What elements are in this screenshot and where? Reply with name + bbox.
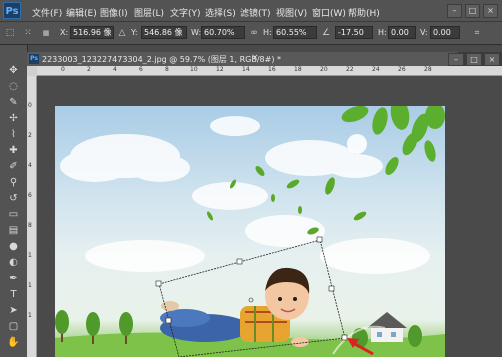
width-field[interactable]: 60.70% (201, 26, 245, 39)
lasso-icon[interactable]: ◌ (4, 79, 23, 94)
crop-icon[interactable]: ✢ (4, 111, 23, 126)
boy-figure (160, 267, 310, 347)
minimize-button[interactable]: – (447, 4, 462, 18)
ruler-tick: 4 (113, 66, 117, 73)
menu-bar: Ps 文件(F) 编辑(E) 图像(I) 图层(L) 文字(Y) 选择(S) 滤… (0, 0, 502, 22)
horizontal-skew-field[interactable]: 0.00 (388, 26, 416, 39)
reference-point-icon[interactable]: ⁙ (22, 27, 34, 39)
gradient-icon[interactable]: ▤ (4, 223, 23, 238)
ruler-tick: 12 (216, 66, 224, 73)
menu-image[interactable]: 图像(I) (100, 6, 128, 19)
healing-icon[interactable]: ✚ (4, 143, 23, 158)
move-icon[interactable]: ✥ (4, 63, 23, 78)
clouds (60, 116, 430, 274)
document-tab-bar: Ps 2233003_123227473304_2.jpg @ 59.7% (图… (27, 52, 502, 66)
ruler-tick: 28 (424, 66, 432, 73)
menu-edit[interactable]: 编辑(E) (66, 6, 97, 19)
angle-icon: ∠ (321, 28, 331, 38)
ruler-tick: 2 (87, 66, 91, 73)
y-label: Y: (131, 28, 138, 37)
ruler-tick: 20 (320, 66, 328, 73)
horizontal-ruler[interactable]: 0 2 4 6 8 10 12 14 16 18 20 22 24 26 28 (37, 66, 502, 76)
x-field[interactable]: 516.96 像 (70, 26, 114, 39)
menu-file[interactable]: 文件(F) (32, 6, 62, 19)
options-bar: ⬚ ⁙ ▦ X: 516.96 像 △ Y: 546.86 像 W: 60.70… (0, 22, 502, 45)
document-image[interactable] (55, 106, 445, 357)
reference-locator-icon[interactable]: ▦ (38, 27, 54, 39)
menu-type[interactable]: 文字(Y) (170, 6, 201, 19)
pen-icon[interactable]: ✒ (4, 271, 23, 286)
ruler-tick: 24 (372, 66, 380, 73)
history-brush-icon[interactable]: ↺ (4, 191, 23, 206)
ruler-tick: 6 (28, 192, 32, 199)
ruler-tick: 18 (294, 66, 302, 73)
transform-tool-icon: ⬚ (5, 28, 15, 38)
warp-mode-icon[interactable]: ⌗ (468, 27, 486, 39)
ruler-tick: 8 (28, 222, 32, 229)
menu-layer[interactable]: 图层(L) (134, 6, 164, 19)
link-icon[interactable]: ∞ (248, 27, 260, 39)
sun (347, 134, 367, 154)
ruler-tick: 6 (139, 66, 143, 73)
close-button[interactable]: × (483, 4, 498, 18)
h-label: H: (263, 28, 272, 37)
doc-maximize-button[interactable]: □ (466, 53, 482, 66)
relative-position-icon[interactable]: △ (116, 27, 128, 39)
document-title: 2233003_123227473304_2.jpg @ 59.7% (图层 1… (42, 55, 281, 64)
ruler-tick: 1 (28, 312, 32, 319)
ruler-tick: 2 (28, 132, 32, 139)
menu-filter[interactable]: 滤镜(T) (240, 6, 271, 19)
menu-view[interactable]: 视图(V) (276, 6, 307, 19)
vskew-label: V: (420, 28, 428, 37)
menu-window[interactable]: 窗口(W) (312, 6, 346, 19)
ruler-tick: 1 (28, 252, 32, 259)
path-select-icon[interactable]: ➤ (4, 303, 23, 318)
ruler-tick: 14 (242, 66, 250, 73)
ps-file-icon: Ps (29, 54, 39, 64)
image-artwork (55, 106, 445, 357)
maximize-button[interactable]: □ (465, 4, 480, 18)
brush-icon[interactable]: ✐ (4, 159, 23, 174)
blur-icon[interactable]: ● (4, 239, 23, 254)
doc-close-button[interactable]: × (484, 53, 500, 66)
shape-icon[interactable]: ▢ (4, 319, 23, 334)
hand-icon[interactable]: ✋ (4, 335, 23, 350)
w-label: W: (191, 28, 202, 37)
vertical-skew-field[interactable]: 0.00 (430, 26, 460, 39)
height-field[interactable]: 60.55% (273, 26, 317, 39)
ruler-tick: 10 (190, 66, 198, 73)
vertical-ruler[interactable]: 0 2 4 6 8 1 1 1 (27, 76, 37, 357)
clone-stamp-icon[interactable]: ⚲ (4, 175, 23, 190)
eraser-icon[interactable]: ▭ (4, 207, 23, 222)
ruler-tick: 0 (61, 66, 65, 73)
tools-panel: ✥ ◌ ✎ ✢ ⌇ ✚ ✐ ⚲ ↺ ▭ ▤ ● ◐ ✒ T ➤ ▢ ✋ (0, 45, 28, 357)
ruler-tick: 26 (398, 66, 406, 73)
hskew-label: H: (378, 28, 387, 37)
eyedropper-icon[interactable]: ⌇ (4, 127, 23, 142)
photoshop-logo: Ps (3, 2, 21, 19)
doc-minimize-button[interactable]: – (448, 53, 464, 66)
quick-select-icon[interactable]: ✎ (4, 95, 23, 110)
menu-help[interactable]: 帮助(H) (348, 6, 380, 19)
document-tab[interactable]: Ps 2233003_123227473304_2.jpg @ 59.7% (图… (27, 52, 459, 66)
ruler-tick: 22 (346, 66, 354, 73)
tab-close-icon[interactable]: × (251, 53, 259, 63)
x-label: X: (60, 28, 69, 37)
ruler-tick: 16 (268, 66, 276, 73)
angle-field[interactable]: -17.50 (335, 26, 373, 39)
ruler-tick: 8 (165, 66, 169, 73)
menu-select[interactable]: 选择(S) (205, 6, 236, 19)
type-icon[interactable]: T (4, 287, 23, 302)
ruler-origin[interactable] (27, 66, 37, 76)
canvas-area[interactable] (37, 76, 502, 357)
ruler-tick: 0 (28, 102, 32, 109)
y-field[interactable]: 546.86 像 (141, 26, 187, 39)
ruler-tick: 1 (28, 282, 32, 289)
ruler-tick: 4 (28, 162, 32, 169)
document-window: Ps 2233003_123227473304_2.jpg @ 59.7% (图… (27, 52, 502, 357)
dodge-icon[interactable]: ◐ (4, 255, 23, 270)
